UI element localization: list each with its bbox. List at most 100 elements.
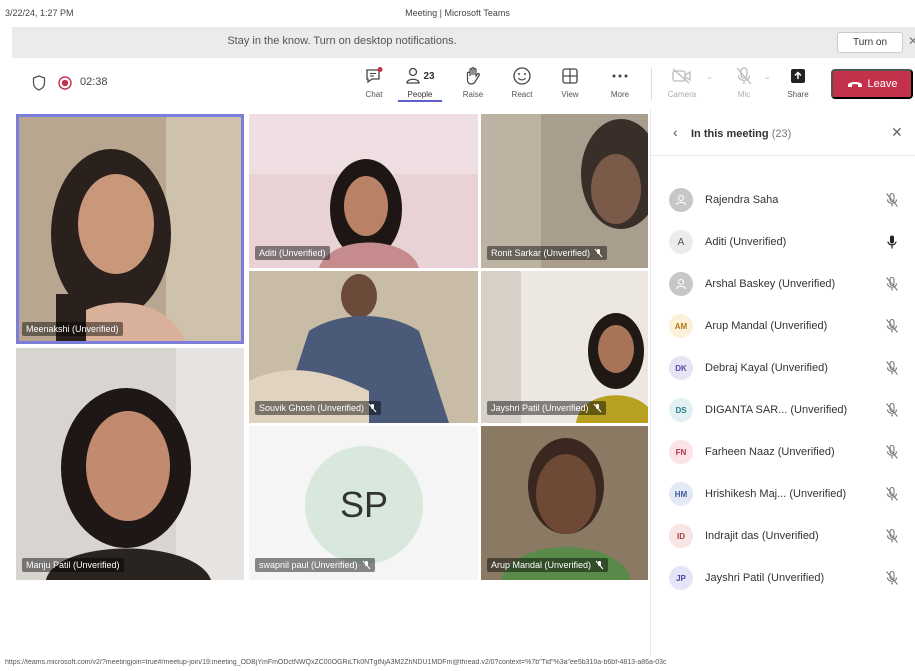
mic-options-chevron-icon[interactable]: ⌄ — [764, 72, 771, 81]
mic-muted-icon — [368, 403, 377, 413]
tile-name: Aditi (Unverified) — [255, 246, 330, 260]
participant-row[interactable]: DK Debraj Kayal (Unverified) — [651, 348, 915, 390]
participant-row[interactable]: FN Farheen Naaz (Unverified) — [651, 432, 915, 474]
grid-view-icon — [550, 64, 590, 88]
video-tile[interactable]: Meenakshi (Unverified) — [16, 114, 244, 344]
mic-muted-icon — [885, 360, 899, 381]
camera-off-icon — [662, 64, 702, 88]
mic-muted-icon — [595, 560, 604, 570]
mic-muted-icon — [885, 570, 899, 591]
participant-row[interactable]: ID Indrajit das (Unverified) — [651, 516, 915, 558]
print-header: 3/22/24, 1:27 PM Meeting | Microsoft Tea… — [0, 0, 915, 24]
mic-button[interactable]: Mic — [724, 64, 764, 99]
tile-name-label: Ronit Sarkar (Unverified) — [491, 248, 591, 258]
panel-title: In this meeting (23) — [691, 128, 791, 140]
shield-icon[interactable] — [32, 75, 46, 96]
camera-button[interactable]: Camera — [662, 64, 702, 99]
view-button[interactable]: View — [550, 64, 590, 99]
tile-name: Manju Patil (Unverified) — [22, 558, 124, 572]
camera-options-chevron-icon[interactable]: ⌄ — [706, 72, 713, 81]
back-chevron-icon[interactable]: ‹ — [673, 124, 678, 140]
participant-name: Debraj Kayal (Unverified) — [705, 362, 828, 374]
avatar: FN — [669, 440, 693, 464]
react-button[interactable]: React — [502, 64, 542, 99]
participant-row[interactable]: AM Arup Mandal (Unverified) — [651, 306, 915, 348]
video-tile[interactable]: Aditi (Unverified) — [249, 114, 478, 268]
raise-label: Raise — [462, 90, 484, 99]
leave-button[interactable]: Leave — [831, 69, 913, 99]
share-button[interactable]: Share — [778, 64, 818, 99]
share-label: Share — [787, 90, 809, 99]
video-tile[interactable]: Jayshri Patil (Unverified) — [481, 271, 648, 423]
participant-name: Jayshri Patil (Unverified) — [705, 572, 825, 584]
avatar: SP — [305, 446, 423, 564]
raise-hand-button[interactable]: Raise — [453, 64, 493, 99]
participant-name: Arshal Baskey (Unverified) — [705, 278, 836, 290]
turn-on-notifications-button[interactable]: Turn on — [837, 32, 903, 53]
participant-count: (23) — [771, 128, 792, 140]
participant-video — [481, 114, 648, 268]
view-label: View — [561, 90, 579, 99]
close-icon[interactable]: ✕ — [908, 34, 915, 48]
participant-row[interactable]: A Aditi (Unverified) — [651, 222, 915, 264]
people-button[interactable]: 23 People — [398, 64, 442, 102]
participant-name: Rajendra Saha — [705, 194, 779, 206]
tile-name: Ronit Sarkar (Unverified) — [487, 246, 608, 260]
participant-row[interactable]: DS DIGANTA SAR... (Unverified) — [651, 390, 915, 432]
chat-icon — [354, 64, 394, 88]
chat-button[interactable]: Chat — [354, 64, 394, 99]
video-tile[interactable]: SP swapnil paul (Unverified) — [249, 426, 478, 580]
tile-name-label: swapnil paul (Unverified) — [259, 560, 358, 570]
mic-on-icon — [885, 234, 899, 255]
tile-name: Souvik Ghosh (Unverified) — [255, 401, 382, 415]
avatar: DS — [669, 398, 693, 422]
participant-row[interactable]: Arshal Baskey (Unverified) — [651, 264, 915, 306]
video-tile[interactable]: Souvik Ghosh (Unverified) — [249, 271, 478, 423]
participant-row[interactable]: HM Hrishikesh Maj... (Unverified) — [651, 474, 915, 516]
avatar — [669, 188, 693, 212]
mic-muted-icon — [593, 403, 601, 413]
participant-name: Aditi (Unverified) — [705, 236, 787, 248]
notification-bar: Stay in the know. Turn on desktop notifi… — [12, 27, 915, 58]
mic-off-icon — [724, 64, 764, 88]
participant-row[interactable]: Rajendra Saha — [651, 180, 915, 222]
mic-muted-icon — [885, 528, 899, 549]
mic-muted-icon — [885, 402, 899, 423]
mic-muted-icon — [594, 248, 603, 258]
mic-muted-icon — [885, 318, 899, 339]
panel-header: ‹ In this meeting (23) ✕ — [651, 110, 915, 156]
avatar: AM — [669, 314, 693, 338]
tile-name: Jayshri Patil (Unverified) — [487, 401, 606, 415]
tile-name: swapnil paul (Unverified) — [255, 558, 375, 572]
tile-name: Arup Mandal (Unverified) — [487, 558, 609, 572]
notification-message: Stay in the know. Turn on desktop notifi… — [227, 35, 457, 47]
close-panel-icon[interactable]: ✕ — [891, 124, 903, 141]
mic-muted-icon — [362, 560, 370, 570]
meeting-timer: 02:38 — [80, 76, 108, 88]
avatar: ID — [669, 524, 693, 548]
participant-video — [481, 426, 648, 580]
participant-name: Hrishikesh Maj... (Unverified) — [705, 488, 847, 500]
meeting-toolbar: 02:38 Chat 23 People Raise React View Mo… — [12, 58, 915, 110]
video-tile[interactable]: Ronit Sarkar (Unverified) — [481, 114, 648, 268]
mic-muted-icon — [885, 486, 899, 507]
participant-row[interactable]: JP Jayshri Patil (Unverified) — [651, 558, 915, 600]
video-tile[interactable]: Manju Patil (Unverified) — [16, 348, 244, 580]
tile-name-label: Jayshri Patil (Unverified) — [491, 403, 589, 413]
people-count: 23 — [423, 70, 435, 82]
participant-name: Arup Mandal (Unverified) — [705, 320, 828, 332]
more-icon — [600, 64, 640, 88]
status-url: https://teams.microsoft.com/v2/?meetingj… — [5, 659, 667, 666]
toolbar-divider — [651, 68, 652, 100]
panel-title-label: In this meeting — [691, 128, 769, 140]
mic-muted-icon — [885, 444, 899, 465]
more-label: More — [610, 90, 630, 99]
participant-video — [16, 114, 244, 344]
video-tile[interactable]: Arup Mandal (Unverified) — [481, 426, 648, 580]
avatar: A — [669, 230, 693, 254]
more-button[interactable]: More — [600, 64, 640, 99]
participant-video — [16, 348, 244, 580]
mic-label: Mic — [737, 90, 751, 99]
video-stage: Meenakshi (Unverified) Aditi (Unverified… — [12, 110, 650, 650]
avatar — [669, 272, 693, 296]
